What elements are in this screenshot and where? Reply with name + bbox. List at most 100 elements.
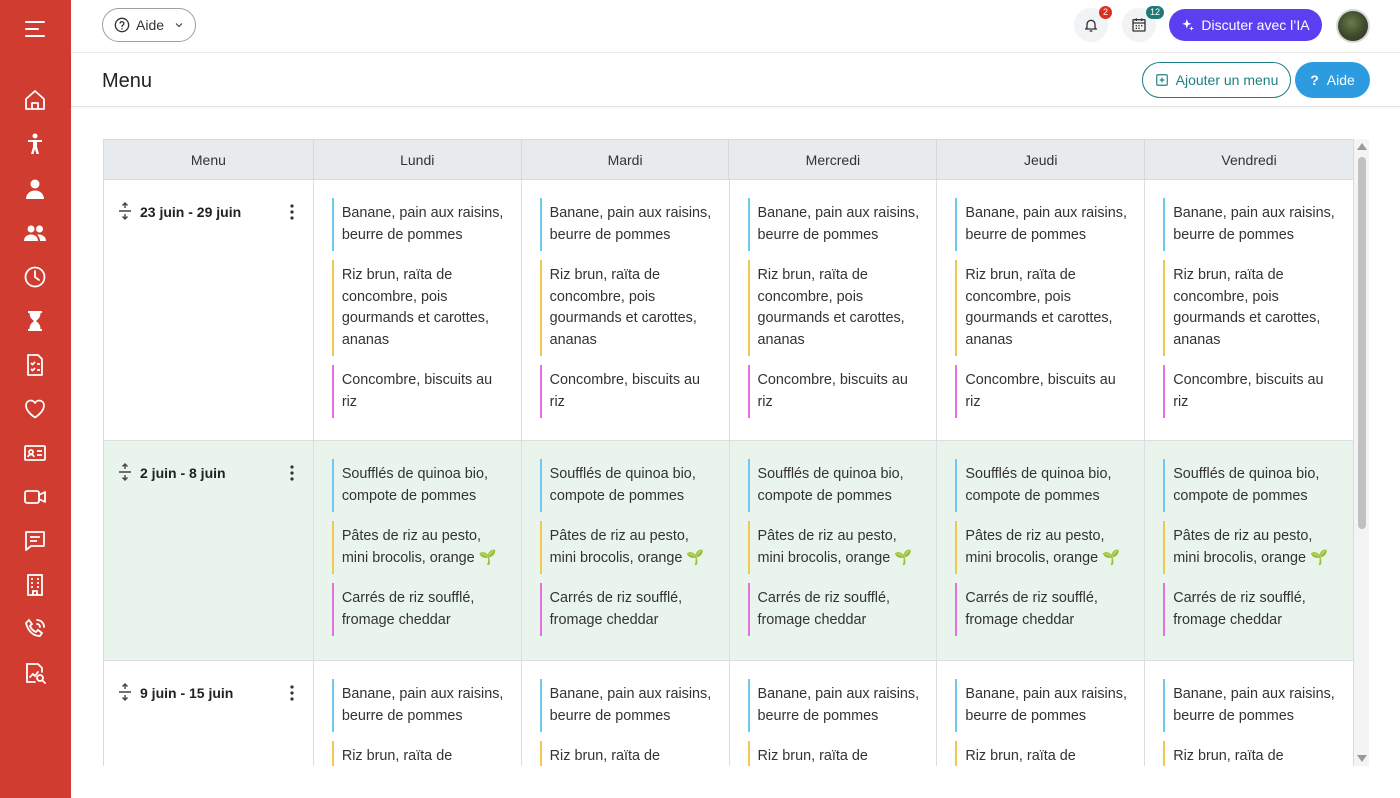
more-options-icon[interactable] [290,204,294,220]
day-cell: Banane, pain aux raisins, beurre de pomm… [937,180,1146,440]
page-header: Menu Ajouter un menu ? Aide [71,54,1400,107]
clock-icon[interactable] [21,263,49,291]
meal-lunch[interactable]: Riz brun, raïta de concombre, pois gourm… [1163,741,1341,766]
meal-lunch[interactable]: Riz brun, raïta de concombre, pois gourm… [1163,260,1341,356]
calendar-badge: 12 [1145,6,1164,19]
sidebar [0,0,71,798]
menu-toggle-icon[interactable] [21,15,49,43]
drag-handle-icon[interactable] [118,683,132,701]
meal-snack[interactable]: Carrés de riz soufflé, fromage cheddar [1163,583,1341,636]
phone-icon[interactable] [21,615,49,643]
chat-ai-button[interactable]: Discuter avec l’IA [1169,9,1322,41]
column-header: Mercredi [729,140,938,179]
week-cell: 2 juin - 8 juin [104,441,314,660]
week-label: 9 juin - 15 juin [140,685,234,701]
day-cell: Banane, pain aux raisins, beurre de pomm… [937,661,1146,766]
meal-breakfast[interactable]: Banane, pain aux raisins, beurre de pomm… [539,198,718,251]
meal-lunch[interactable]: Riz brun, raïta de concombre, pois gourm… [747,260,926,356]
meal-snack[interactable]: Carrés de riz soufflé, fromage cheddar [331,583,510,636]
meal-breakfast[interactable]: Banane, pain aux raisins, beurre de pomm… [539,679,718,732]
add-menu-label: Ajouter un menu [1175,72,1279,88]
meal-lunch[interactable]: Riz brun, raïta de concombre, pois gourm… [331,260,510,356]
day-cell: Banane, pain aux raisins, beurre de pomm… [522,180,730,440]
more-options-icon[interactable] [290,465,294,481]
meal-breakfast[interactable]: Soufflés de quinoa bio, compote de pomme… [955,459,1133,512]
meal-lunch[interactable]: Riz brun, raïta de concombre, pois gourm… [747,741,926,766]
meal-lunch[interactable]: Pâtes de riz au pesto, mini brocolis, or… [331,521,510,574]
scroll-up-arrow[interactable] [1357,143,1367,150]
meal-breakfast[interactable]: Banane, pain aux raisins, beurre de pomm… [1163,679,1341,732]
calendar-icon [1132,18,1146,32]
week-cell: 23 juin - 29 juin [104,180,314,440]
meal-breakfast[interactable]: Soufflés de quinoa bio, compote de pomme… [539,459,718,512]
day-cell: Soufflés de quinoa bio, compote de pomme… [937,441,1146,660]
checklist-icon[interactable] [21,351,49,379]
notifications-button[interactable]: 2 [1074,6,1112,42]
table-row: 2 juin - 8 juin Soufflés de quinoa bio, … [104,441,1353,661]
avatar[interactable] [1336,9,1370,43]
user-icon[interactable] [21,175,49,203]
meal-lunch[interactable]: Pâtes de riz au pesto, mini brocolis, or… [1163,521,1341,574]
meal-snack[interactable]: Concombre, biscuits au riz [331,365,510,418]
drag-handle-icon[interactable] [118,463,132,481]
more-options-icon[interactable] [290,685,294,701]
meal-breakfast[interactable]: Banane, pain aux raisins, beurre de pomm… [955,198,1133,251]
menu-table: Menu Lundi Mardi Mercredi Jeudi Vendredi… [103,139,1354,766]
meal-snack[interactable]: Concombre, biscuits au riz [539,365,718,418]
scroll-down-arrow[interactable] [1357,755,1367,762]
meal-breakfast[interactable]: Soufflés de quinoa bio, compote de pomme… [747,459,926,512]
day-cell: Banane, pain aux raisins, beurre de pomm… [730,661,938,766]
help-button-label: Aide [1326,72,1355,88]
drag-handle-icon[interactable] [118,202,132,220]
add-menu-button[interactable]: Ajouter un menu [1142,62,1291,98]
table-scrollbar[interactable] [1354,139,1369,766]
meal-breakfast[interactable]: Banane, pain aux raisins, beurre de pomm… [1163,198,1341,251]
chevron-down-icon [175,23,183,28]
column-header: Lundi [314,140,522,179]
calendar-button[interactable]: 12 [1122,6,1164,42]
column-header: Menu [104,140,314,179]
day-cell: Banane, pain aux raisins, beurre de pomm… [522,661,730,766]
meal-breakfast[interactable]: Banane, pain aux raisins, beurre de pomm… [747,679,926,732]
building-icon[interactable] [21,571,49,599]
meal-lunch[interactable]: Riz brun, raïta de concombre, pois gourm… [539,260,718,356]
day-cell: Banane, pain aux raisins, beurre de pomm… [1145,661,1353,766]
help-button[interactable]: ? Aide [1295,62,1370,98]
child-icon[interactable] [21,130,49,158]
meal-breakfast[interactable]: Soufflés de quinoa bio, compote de pomme… [331,459,510,512]
day-cell: Banane, pain aux raisins, beurre de pomm… [314,661,522,766]
report-icon[interactable] [21,659,49,687]
table-header: Menu Lundi Mardi Mercredi Jeudi Vendredi [104,140,1353,180]
meal-breakfast[interactable]: Banane, pain aux raisins, beurre de pomm… [331,679,510,732]
help-dropdown[interactable]: Aide [102,8,196,42]
hourglass-icon[interactable] [21,307,49,335]
column-header: Mardi [522,140,730,179]
home-icon[interactable] [21,86,49,114]
chat-icon[interactable] [21,527,49,555]
meal-breakfast[interactable]: Banane, pain aux raisins, beurre de pomm… [955,679,1133,732]
meal-lunch[interactable]: Pâtes de riz au pesto, mini brocolis, or… [747,521,926,574]
table-row: 23 juin - 29 juin Banane, pain aux raisi… [104,180,1353,441]
meal-lunch[interactable]: Pâtes de riz au pesto, mini brocolis, or… [955,521,1133,574]
meal-breakfast[interactable]: Banane, pain aux raisins, beurre de pomm… [331,198,510,251]
meal-breakfast[interactable]: Soufflés de quinoa bio, compote de pomme… [1163,459,1341,512]
meal-snack[interactable]: Concombre, biscuits au riz [955,365,1133,418]
meal-breakfast[interactable]: Banane, pain aux raisins, beurre de pomm… [747,198,926,251]
meal-snack[interactable]: Carrés de riz soufflé, fromage cheddar [955,583,1133,636]
meal-snack[interactable]: Carrés de riz soufflé, fromage cheddar [539,583,718,636]
meal-lunch[interactable]: Riz brun, raïta de concombre, pois gourm… [331,741,510,766]
day-cell: Soufflés de quinoa bio, compote de pomme… [314,441,522,660]
scroll-thumb[interactable] [1358,157,1366,529]
column-header: Vendredi [1221,151,1277,168]
id-card-icon[interactable] [21,439,49,467]
heart-icon[interactable] [21,395,49,423]
meal-lunch[interactable]: Riz brun, raïta de concombre, pois gourm… [955,260,1133,356]
meal-snack[interactable]: Carrés de riz soufflé, fromage cheddar [747,583,926,636]
meal-lunch[interactable]: Pâtes de riz au pesto, mini brocolis, or… [539,521,718,574]
meal-lunch[interactable]: Riz brun, raïta de concombre, pois gourm… [539,741,718,766]
video-icon[interactable] [21,483,49,511]
meal-snack[interactable]: Concombre, biscuits au riz [1163,365,1341,418]
group-icon[interactable] [21,219,49,247]
meal-lunch[interactable]: Riz brun, raïta de concombre, pois gourm… [955,741,1133,766]
meal-snack[interactable]: Concombre, biscuits au riz [747,365,926,418]
